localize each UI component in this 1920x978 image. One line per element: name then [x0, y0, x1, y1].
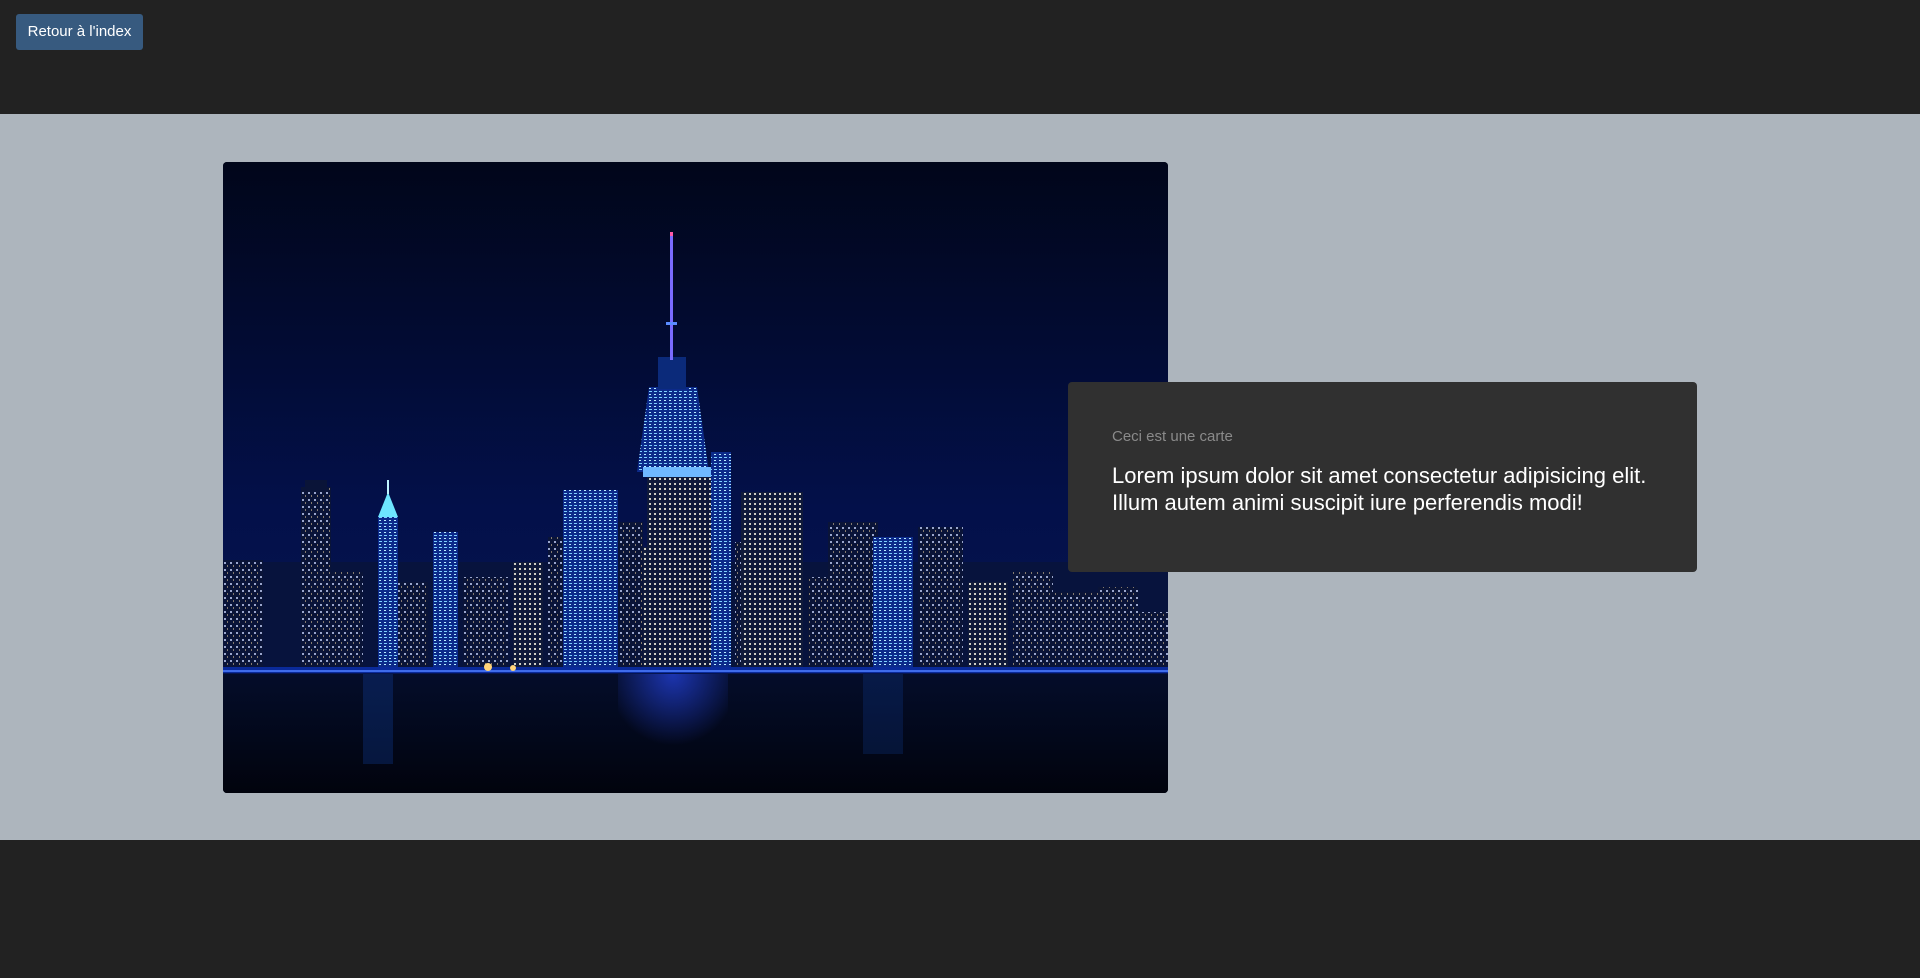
city-skyline-illustration: [223, 162, 1168, 793]
page: Retour à l'index Ceci est une carte Lore…: [0, 0, 1920, 978]
city-skyline-image: [223, 162, 1168, 793]
back-to-index-button[interactable]: Retour à l'index: [16, 14, 143, 50]
info-card: Ceci est une carte Lorem ipsum dolor sit…: [1068, 382, 1697, 572]
showcase-section: Ceci est une carte Lorem ipsum dolor sit…: [0, 114, 1920, 840]
card-text: Lorem ipsum dolor sit amet consectetur a…: [1112, 463, 1647, 515]
card-subtitle: Ceci est une carte: [1112, 428, 1233, 445]
